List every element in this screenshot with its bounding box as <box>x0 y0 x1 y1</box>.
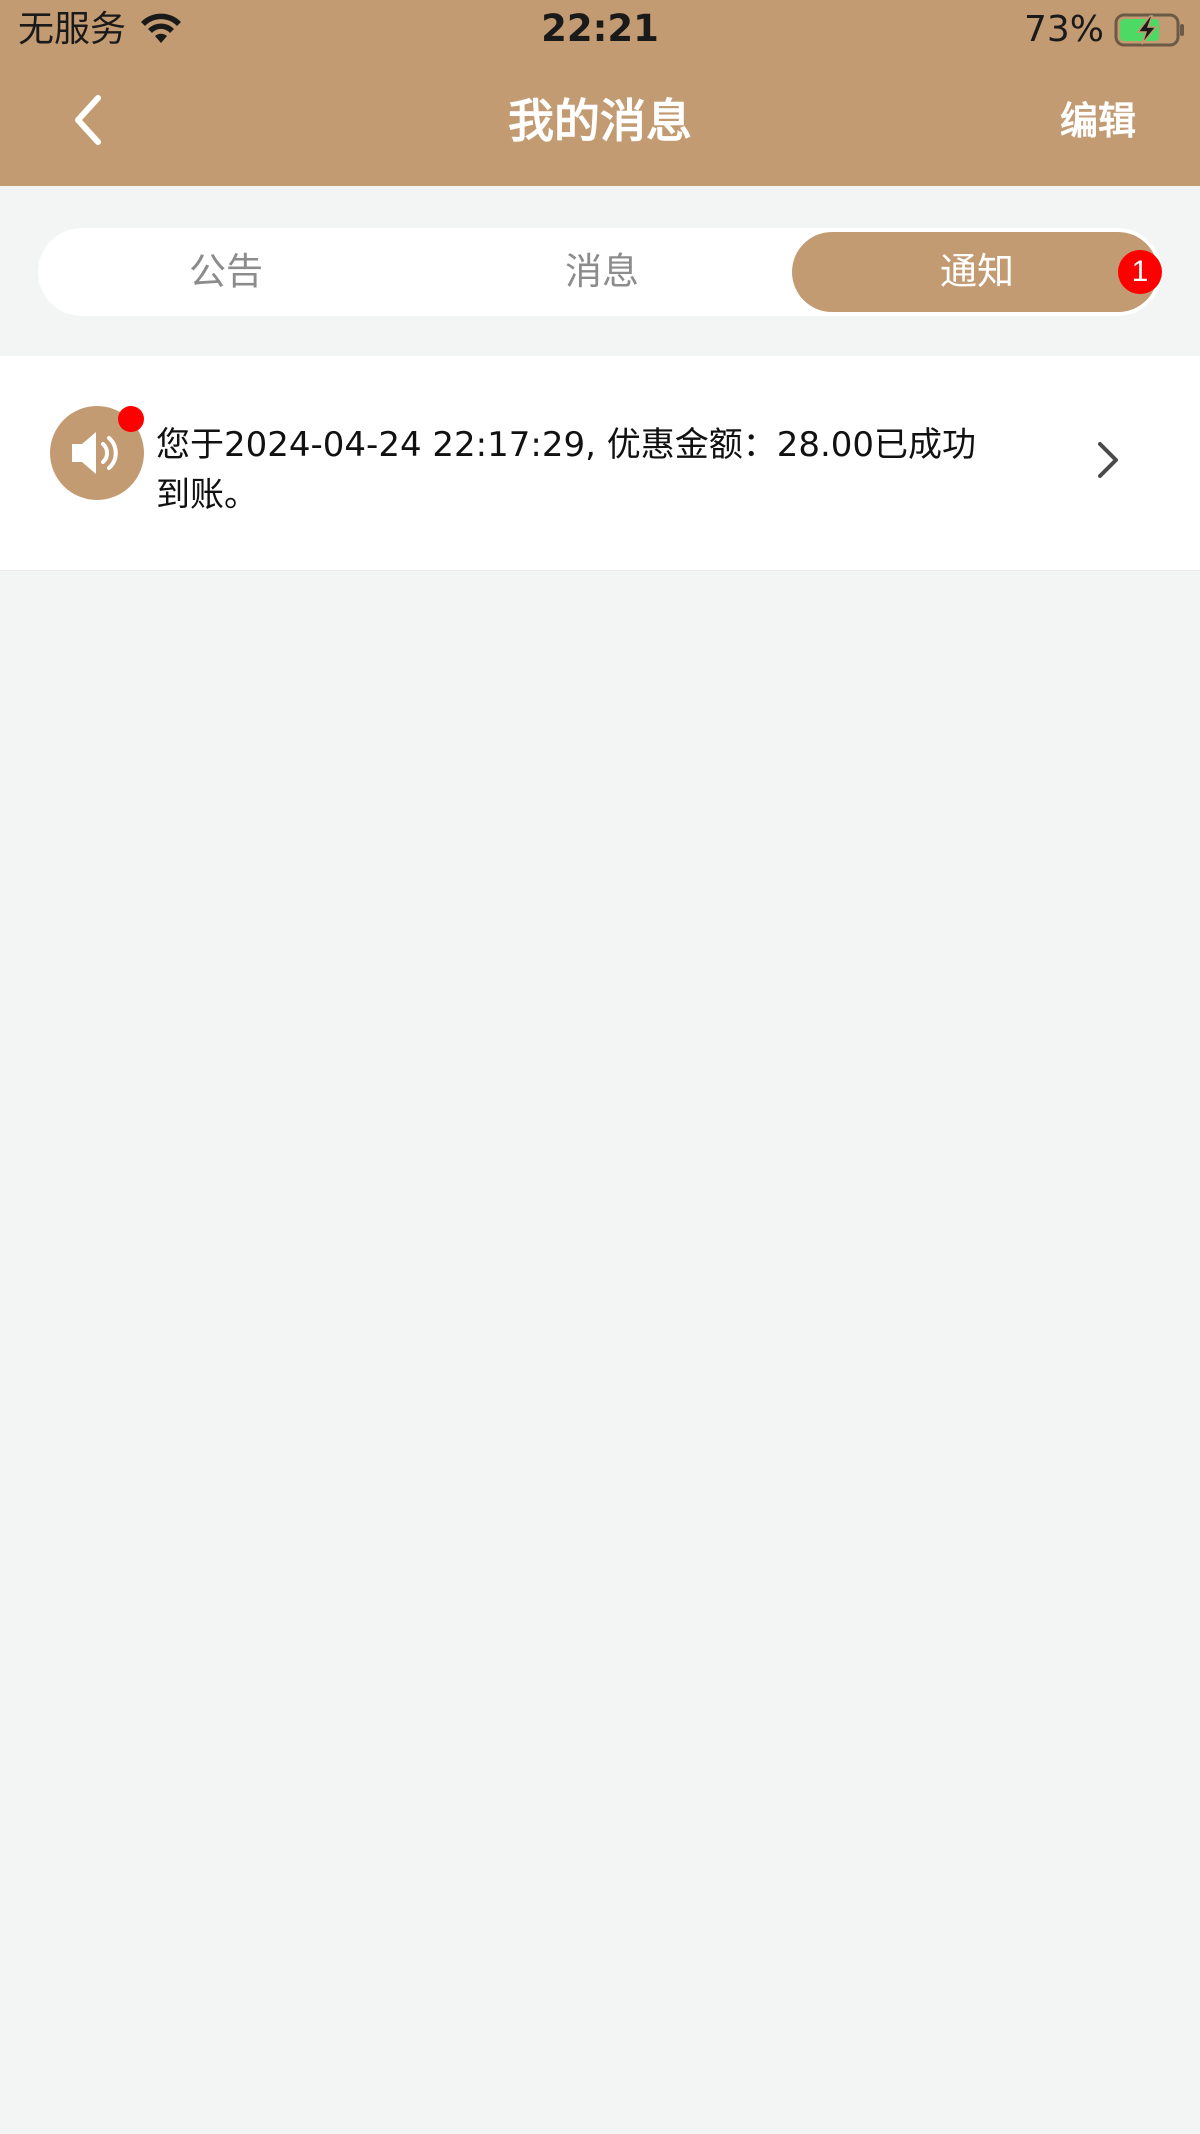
battery-icon <box>1114 13 1184 47</box>
chevron-right-icon <box>1098 442 1118 478</box>
battery-percent: 73% <box>1023 9 1104 50</box>
tab-notice-label: 通知 <box>940 250 1014 293</box>
tab-notice[interactable]: 通知 1 <box>792 232 1162 312</box>
unread-dot <box>118 406 144 432</box>
header: 无服务 22:21 73% 我的消息 编辑 <box>0 0 1200 186</box>
unread-count-badge: 1 <box>1118 250 1162 294</box>
page-title: 我的消息 <box>508 94 692 148</box>
tab-bar: 公告 消息 通知 1 <box>38 228 1162 316</box>
edit-button[interactable]: 编辑 <box>1060 60 1136 182</box>
tab-announcement[interactable]: 公告 <box>38 228 414 316</box>
nav-bar: 我的消息 编辑 <box>0 60 1200 186</box>
tab-message[interactable]: 消息 <box>414 228 790 316</box>
notification-list: 您于2024-04-24 22:17:29, 优惠金额：28.00已成功到账。 <box>0 356 1200 571</box>
status-bar: 无服务 22:21 73% <box>0 0 1200 60</box>
clock: 22:21 <box>541 7 659 50</box>
list-item[interactable]: 您于2024-04-24 22:17:29, 优惠金额：28.00已成功到账。 <box>0 356 1200 570</box>
notification-text: 您于2024-04-24 22:17:29, 优惠金额：28.00已成功到账。 <box>156 425 977 515</box>
